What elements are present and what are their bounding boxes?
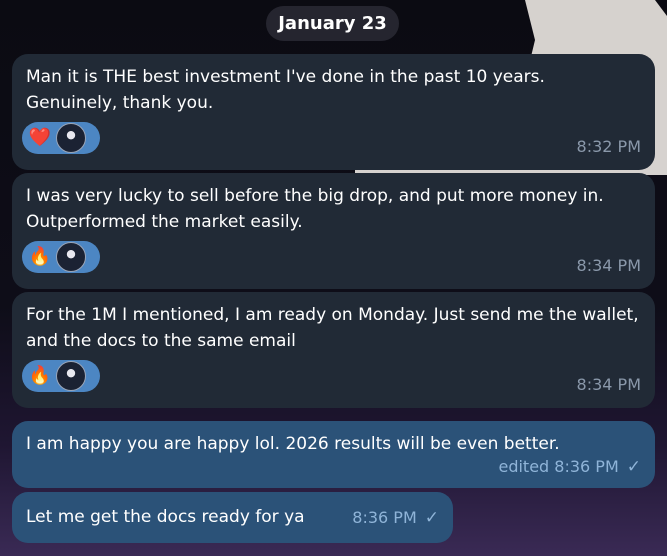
sent-check-icon: ✓ xyxy=(626,457,641,477)
message-bubble[interactable]: Man it is THE best investment I've done … xyxy=(12,54,655,170)
message-time: 8:34 PM xyxy=(576,256,641,275)
fire-reaction-icon: 🔥 xyxy=(28,365,52,386)
heart-reaction-icon: ❤️ xyxy=(28,127,52,148)
message-time: 8:32 PM xyxy=(576,137,641,156)
message-text: Man it is THE best investment I've done … xyxy=(26,67,545,113)
reaction-pill[interactable]: 🔥 xyxy=(22,241,100,273)
message-meta: edited 8:36 PM ✓ xyxy=(498,454,641,480)
message-bubble[interactable]: I am happy you are happy lol. 2026 resul… xyxy=(12,421,655,488)
message-text: For the 1M I mentioned, I am ready on Mo… xyxy=(26,305,639,351)
message-time: 8:34 PM xyxy=(576,375,641,394)
message-edited-time: edited 8:36 PM xyxy=(498,457,619,476)
message-bubble[interactable]: For the 1M I mentioned, I am ready on Mo… xyxy=(12,292,655,408)
reactor-avatar xyxy=(56,361,86,391)
reactor-avatar xyxy=(56,123,86,153)
message-bubble[interactable]: Let me get the docs ready for ya 8:36 PM… xyxy=(12,492,453,543)
sent-check-icon: ✓ xyxy=(424,508,439,528)
reactor-avatar xyxy=(56,242,86,272)
reaction-pill[interactable]: ❤️ xyxy=(22,122,100,154)
message-text: I was very lucky to sell before the big … xyxy=(26,186,604,232)
reaction-pill[interactable]: 🔥 xyxy=(22,360,100,392)
date-separator: January 23 xyxy=(266,6,399,41)
fire-reaction-icon: 🔥 xyxy=(28,246,52,267)
message-bubble[interactable]: I was very lucky to sell before the big … xyxy=(12,173,655,289)
message-meta: 8:36 PM ✓ xyxy=(352,505,439,531)
message-time: 8:36 PM xyxy=(352,508,417,527)
